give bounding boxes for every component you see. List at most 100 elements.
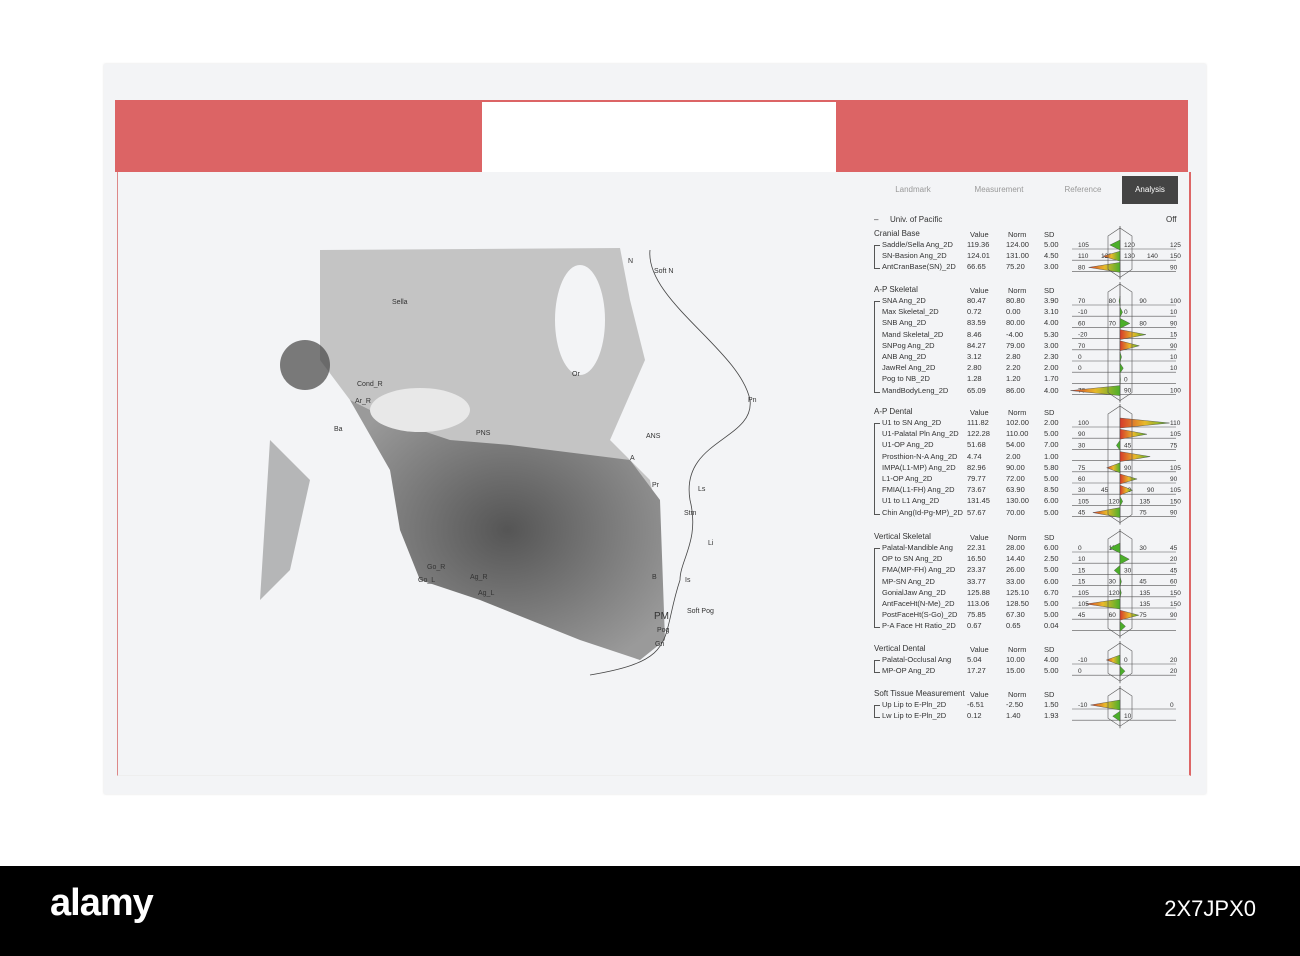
deviation-mark: [1116, 439, 1121, 452]
scale-tick-label: 15: [1078, 579, 1086, 586]
scale-tick-label: 45: [1124, 442, 1132, 449]
deviation-mark: [1119, 451, 1151, 462]
alamy-logo: alamy: [50, 882, 154, 924]
deviation-mark: [1106, 462, 1121, 474]
scale-tick-label: 75: [1139, 510, 1147, 517]
scale-tick-label: 135: [1139, 601, 1150, 608]
footer-band: [0, 866, 1300, 956]
deviation-mark: [1118, 295, 1121, 307]
deviation-mark: [1119, 307, 1123, 318]
scale-tick-label: 150: [1170, 590, 1181, 597]
scale-tick-label: 45: [1139, 579, 1147, 586]
deviation-mark: [1092, 507, 1121, 518]
scale-tick-label: 20: [1170, 657, 1178, 664]
scale-tick-label: 0: [1124, 657, 1128, 664]
deviation-mark: [1119, 428, 1148, 440]
scale-tick-label: 105: [1170, 431, 1181, 438]
scale-tick-label: 120: [1109, 590, 1120, 597]
scale-tick-label: 45: [1170, 567, 1178, 574]
scale-tick-label: 15: [1078, 567, 1086, 574]
deviation-mark: [1119, 374, 1121, 385]
scale-tick-label: 110: [1170, 420, 1181, 427]
deviation-mark: [1086, 598, 1121, 610]
scale-tick-label: 10: [1078, 556, 1086, 563]
scale-tick-label: 30: [1078, 487, 1086, 494]
scale-tick-label: 90: [1170, 476, 1178, 483]
scale-tick-label: 90: [1170, 510, 1178, 517]
deviation-mark: [1119, 587, 1122, 598]
scale-tick-label: 105: [1078, 590, 1089, 597]
scale-tick-label: 0: [1078, 354, 1082, 361]
scale-tick-label: 90: [1170, 343, 1178, 350]
scale-tick-label: 100: [1170, 388, 1181, 395]
scale-tick-label: 105: [1170, 465, 1181, 472]
deviation-mark: [1119, 576, 1122, 587]
deviation-mark: [1119, 362, 1124, 374]
deviation-mark: [1105, 654, 1121, 666]
scale-tick-label: 130: [1124, 253, 1135, 260]
scale-tick-label: 80: [1139, 320, 1147, 327]
scale-tick-label: 150: [1170, 498, 1181, 505]
deviation-mark: [1109, 239, 1121, 251]
scale-tick-label: 105: [1078, 498, 1089, 505]
scale-tick-label: 75: [1139, 612, 1147, 619]
scale-tick-label: 90: [1139, 298, 1147, 305]
scale-tick-label: 45: [1170, 545, 1178, 552]
scale-tick-label: 90: [1124, 465, 1132, 472]
scale-tick-label: 10: [1170, 365, 1178, 372]
scale-tick-label: 105: [1078, 242, 1089, 249]
scale-tick-label: 30: [1124, 567, 1132, 574]
scale-tick-label: 110: [1078, 253, 1089, 260]
scale-tick-label: 70: [1078, 343, 1086, 350]
scale-tick-label: -10: [1078, 309, 1088, 316]
scale-tick-label: 15: [1170, 332, 1178, 339]
deviation-mark: [1119, 351, 1122, 363]
scale-tick-label: 0: [1078, 365, 1082, 372]
scale-tick-label: 45: [1101, 487, 1109, 494]
scale-tick-label: 135: [1139, 498, 1150, 505]
deviation-mark: [1119, 496, 1123, 507]
deviation-mark: [1119, 665, 1126, 677]
scale-tick-label: 120: [1109, 498, 1120, 505]
scale-tick-label: 90: [1170, 264, 1178, 271]
scale-tick-label: 20: [1170, 668, 1178, 675]
scale-tick-label: 30: [1109, 579, 1117, 586]
scale-tick-label: 70: [1109, 320, 1117, 327]
scale-tick-label: 60: [1078, 476, 1086, 483]
scale-tick-label: 30: [1078, 442, 1086, 449]
scale-tick-label: 75: [1078, 465, 1086, 472]
scale-tick-label: 10: [1170, 354, 1178, 361]
scale-tick-label: 45: [1078, 510, 1086, 517]
scale-tick-label: 60: [1170, 579, 1178, 586]
scale-tick-label: 0: [1124, 309, 1128, 316]
deviation-mark: [1119, 318, 1131, 329]
deviation-mark: [1119, 620, 1126, 632]
scale-tick-label: 45: [1078, 612, 1086, 619]
scale-tick-label: 120: [1124, 242, 1135, 249]
deviation-mark: [1113, 564, 1121, 576]
scale-tick-label: -10: [1078, 702, 1088, 709]
scale-tick-label: 90: [1078, 431, 1086, 438]
scale-tick-label: 80: [1078, 264, 1086, 271]
scale-tick-label: -10: [1078, 657, 1088, 664]
scale-tick-label: 135: [1139, 590, 1150, 597]
deviation-mark: [1112, 710, 1121, 722]
scale-tick-label: 90: [1170, 320, 1178, 327]
scale-tick-label: -20: [1078, 332, 1088, 339]
deviation-mark: [1119, 609, 1140, 621]
scale-tick-label: 140: [1147, 253, 1158, 260]
scale-tick-label: 30: [1139, 545, 1147, 552]
scale-tick-label: 70: [1078, 298, 1086, 305]
scale-tick-label: 60: [1109, 612, 1117, 619]
scale-tick-label: 105: [1170, 487, 1181, 494]
scale-tick-label: 90: [1170, 612, 1178, 619]
deviation-mark: [1088, 262, 1121, 273]
image-id: 2X7JPX0: [1164, 896, 1256, 921]
scale-tick-label: 0: [1078, 545, 1082, 552]
deviation-charts: 1051201251101201301401508090708090100-10…: [1070, 226, 1181, 729]
deviation-mark: [1119, 417, 1170, 429]
scale-tick-label: 105: [1078, 601, 1089, 608]
scale-tick-label: 100: [1170, 298, 1181, 305]
scale-tick-label: 20: [1170, 556, 1178, 563]
scale-tick-label: 75: [1170, 442, 1178, 449]
